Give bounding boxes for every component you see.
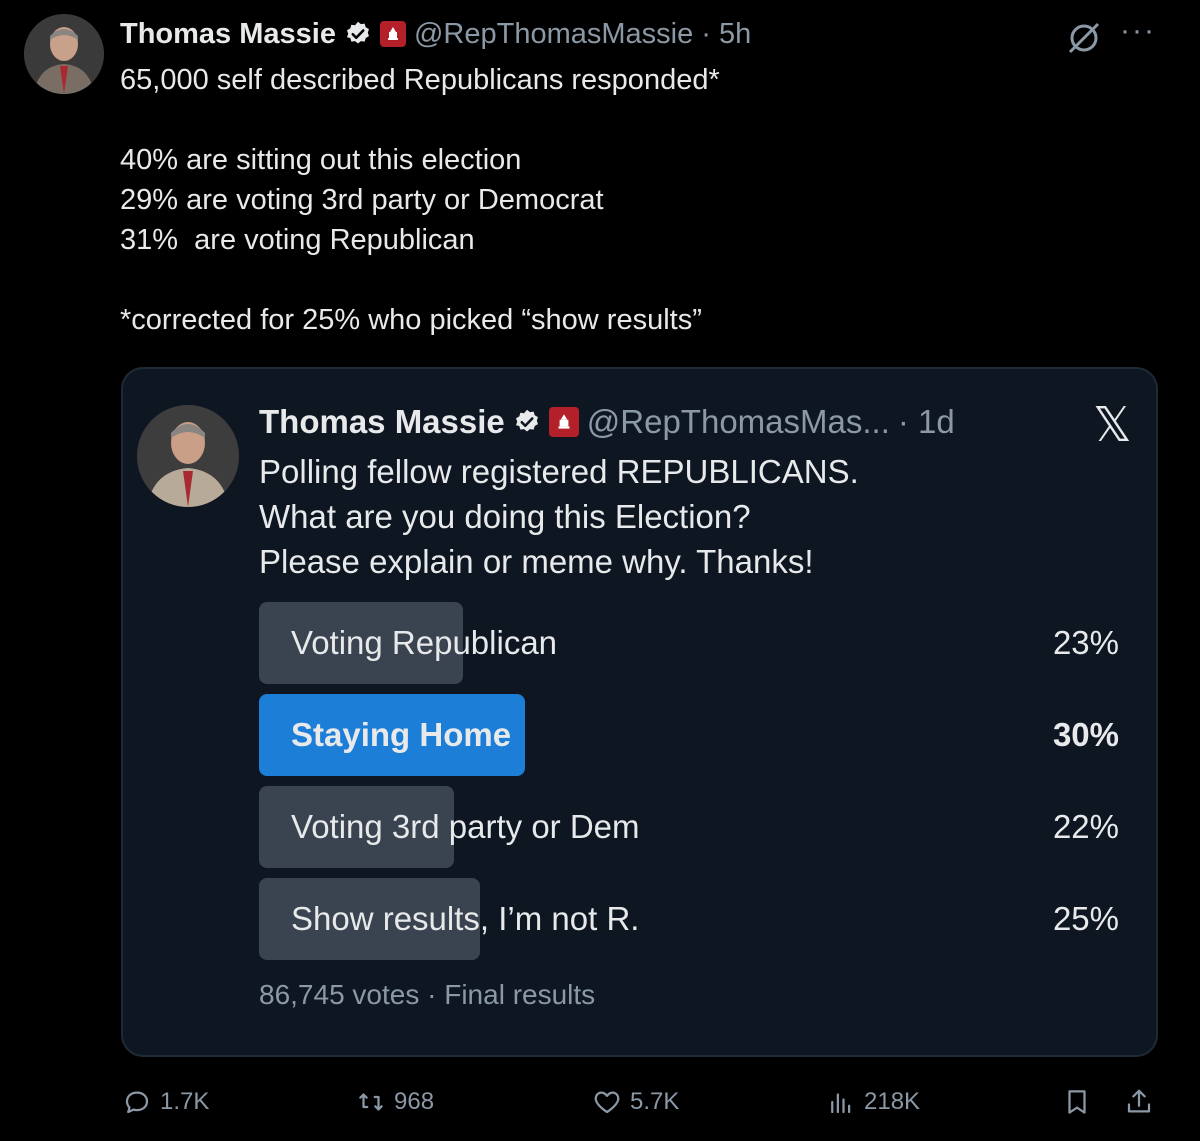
share-icon bbox=[1127, 1089, 1151, 1113]
like-count: 5.7K bbox=[630, 1088, 680, 1115]
more-options-icon[interactable]: ··· bbox=[1120, 14, 1156, 48]
poll-option-label: Staying Home bbox=[291, 716, 512, 753]
author-handle[interactable]: @RepThomasMassie bbox=[414, 18, 693, 51]
tweet-time[interactable]: · 5h bbox=[701, 18, 751, 51]
views-icon bbox=[831, 1093, 851, 1114]
reply-button[interactable]: 1.7K bbox=[122, 1080, 209, 1124]
quoted-author-handle: @RepThomasMas... bbox=[586, 403, 890, 440]
repost-button[interactable]: 968 bbox=[356, 1080, 434, 1124]
repost-count: 968 bbox=[394, 1088, 435, 1115]
reply-icon bbox=[125, 1091, 149, 1114]
poll-option-label: Voting Republican bbox=[291, 624, 558, 661]
bookmark-button[interactable] bbox=[1062, 1080, 1092, 1124]
like-button[interactable]: 5.7K bbox=[592, 1080, 679, 1124]
poll-option-percent: 25% bbox=[1052, 900, 1119, 937]
quoted-tweet-header: Thomas Massie @RepThomasMas... · 1d bbox=[259, 401, 955, 443]
poll-meta: 86,745 votes · Final results bbox=[259, 979, 596, 1010]
quoted-tweet-text: Polling fellow registered REPUBLICANS. W… bbox=[259, 453, 859, 580]
tweet-actions: 1.7K 968 5.7K 218K bbox=[0, 1080, 1200, 1124]
grok-icon[interactable] bbox=[1064, 18, 1104, 66]
x-logo-icon: 𝕏 bbox=[1093, 399, 1132, 452]
author-avatar[interactable] bbox=[24, 14, 104, 94]
repost-icon bbox=[359, 1093, 383, 1111]
poll-option: Voting Republican 23% bbox=[259, 602, 1119, 684]
poll-option-percent: 23% bbox=[1052, 624, 1119, 661]
author-name[interactable]: Thomas Massie bbox=[120, 18, 336, 51]
quoted-tweet-card[interactable]: Thomas Massie @RepThomasMas... · 1d 𝕏 Po… bbox=[121, 367, 1158, 1057]
poll-option-percent: 22% bbox=[1052, 808, 1119, 845]
gop-badge-icon bbox=[548, 407, 579, 437]
poll-option-label: Show results, I’m not R. bbox=[291, 900, 640, 937]
reply-count: 1.7K bbox=[160, 1088, 210, 1115]
heart-icon bbox=[594, 1091, 620, 1114]
tweet-text: 65,000 self described Republicans respon… bbox=[120, 64, 720, 336]
quoted-author-avatar bbox=[137, 405, 239, 507]
views-button[interactable]: 218K bbox=[826, 1080, 920, 1124]
poll-option-label: Voting 3rd party or Dem bbox=[291, 808, 640, 845]
poll-option: Show results, I’m not R. 25% bbox=[259, 878, 1119, 960]
poll-option-percent: 30% bbox=[1052, 716, 1119, 753]
verified-icon bbox=[347, 21, 369, 44]
bookmark-icon bbox=[1068, 1090, 1086, 1114]
tweet-header: Thomas Massie @RepThomasMassie · 5h bbox=[120, 16, 751, 52]
quoted-tweet-time: · 1d bbox=[897, 403, 955, 440]
poll: Voting Republican 23% Staying Home 30% V… bbox=[259, 602, 1119, 970]
view-count: 218K bbox=[864, 1088, 921, 1115]
poll-option-winner: Staying Home 30% bbox=[259, 694, 1119, 776]
quoted-author-name: Thomas Massie bbox=[259, 403, 505, 440]
poll-option: Voting 3rd party or Dem 22% bbox=[259, 786, 1119, 868]
verified-icon bbox=[515, 409, 538, 432]
gop-badge-icon bbox=[379, 21, 406, 47]
share-button[interactable] bbox=[1124, 1080, 1154, 1124]
